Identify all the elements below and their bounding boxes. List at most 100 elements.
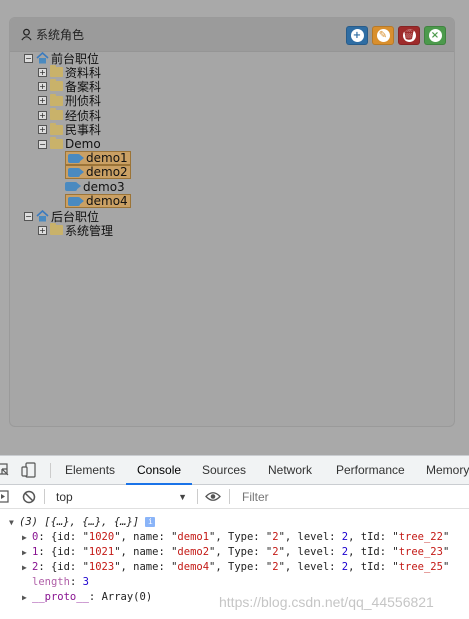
collapse-icon[interactable]: − [38,139,47,149]
close-button[interactable]: × [424,26,446,45]
folder-icon [50,93,63,106]
panel-header: 系统角色 + ✎ 🗑 × [10,18,454,52]
punct: " [442,546,450,558]
filter-input[interactable] [236,488,469,506]
edit-button[interactable]: ✎ [372,26,394,45]
tree-node-demo3[interactable]: demo3 [65,180,125,194]
expand-icon[interactable]: + [38,96,47,106]
tab-elements[interactable]: Elements [65,456,115,485]
pencil-icon: ✎ [376,29,390,42]
delete-button[interactable]: 🗑 [398,26,420,45]
folder-icon [50,122,63,135]
folder-icon [50,108,63,121]
close-icon: × [428,29,442,42]
tree-node-folder[interactable]: + 系统管理 [38,223,114,238]
punct: ", name: " [114,561,178,573]
context-value: top [56,490,73,504]
trash-icon: 🗑 [402,29,416,42]
punct: ", Type: " [209,531,273,543]
punct: ", Type: " [209,546,273,558]
row-tid: tree_25 [398,561,443,573]
tree-node-label: demo2 [86,165,128,180]
punct: ", name: " [114,531,178,543]
punct: " [442,561,450,573]
tree-node-label: demo3 [83,179,125,194]
punct: , tId: " [348,546,399,558]
tab-console[interactable]: Console [126,456,193,485]
panel-toolbar: + ✎ 🗑 × [346,26,446,45]
punct: : {id: " [38,561,89,573]
expand-icon[interactable]: + [38,67,47,77]
inspect-element-icon[interactable] [0,462,10,478]
console-array-summary[interactable]: ▼ (3) [{…}, {…}, {…}] i [9,515,156,530]
tree-node-label: 系统管理 [65,223,114,238]
panel-title-text: 系统角色 [36,28,85,42]
arrow-right-icon [68,153,84,163]
console-object-row[interactable]: ▶ 2: {id: "1023", name: "demo4", Type: "2… [22,560,449,575]
add-button[interactable]: + [346,26,368,45]
punct: ", name: " [114,546,178,558]
toolbar-divider [197,489,198,504]
folder-icon [50,65,63,77]
collapsed-triangle-icon[interactable]: ▶ [22,545,32,560]
arrow-right-icon [65,182,81,192]
tree-node-demo-folder[interactable]: − Demo [38,137,101,151]
console-proto-row[interactable]: ▶ __proto__: Array(0) [22,590,152,605]
expand-icon[interactable]: + [38,110,47,120]
app-background: 系统角色 + ✎ 🗑 × − 前台职位 + 资料科 + 备案科 + 刑侦科 + 经侦科 + 民事科 − … [0,0,469,455]
eye-icon[interactable] [205,491,221,502]
panel-title: 系统角色 [20,26,84,43]
caret-down-icon: ▼ [178,492,187,502]
proto-value: Array(0) [101,591,153,603]
clear-console-icon[interactable] [22,490,36,504]
sidebar-toggle-icon[interactable] [0,490,9,503]
folder-open-icon [50,137,63,149]
tree-node-folder[interactable]: + 民事科 [38,122,101,137]
row-tid: tree_22 [398,531,443,543]
punct: : {id: " [38,546,89,558]
console-object-row[interactable]: ▶ 0: {id: "1020", name: "demo1", Type: "2… [22,530,449,545]
tree-node-demo1[interactable]: demo1 [65,151,131,165]
console-toolbar: top ▼ [0,485,469,509]
collapse-icon[interactable]: − [24,53,33,63]
info-icon: i [145,517,156,527]
tree-node-folder[interactable]: + 备案科 [38,79,101,94]
expand-icon[interactable]: + [38,125,47,135]
collapse-icon[interactable]: − [24,211,33,221]
tree-node-folder[interactable]: + 资料科 [38,65,101,80]
tab-sources[interactable]: Sources [202,456,246,485]
arrow-right-icon [68,196,84,206]
expand-icon[interactable]: + [38,81,47,91]
collapsed-triangle-icon[interactable]: ▶ [22,590,32,605]
collapsed-triangle-icon[interactable]: ▶ [22,530,32,545]
toolbar-divider [44,489,45,504]
devtools-tabbar: Elements Console Sources Network Performance… [0,456,469,485]
row-tid: tree_23 [398,546,443,558]
punct: , tId: " [348,531,399,543]
punct: ", level: [278,546,342,558]
watermark: https://blog.csdn.net/qq_44556821 [219,594,434,610]
tab-network[interactable]: Network [268,456,312,485]
user-icon [21,28,32,41]
array-summary-text: (3) [{…}, {…}, {…}] [19,516,140,528]
folder-icon [50,79,63,92]
tree-node-folder[interactable]: + 刑侦科 [38,93,101,108]
tree-node-demo4[interactable]: demo4 [65,194,131,209]
device-toolbar-icon[interactable] [21,462,37,478]
punct: " [442,531,450,543]
tree-node-label: demo4 [86,194,128,209]
tree-node-demo2[interactable]: demo2 [65,165,131,180]
context-selector[interactable]: top ▼ [51,488,191,506]
tab-memory[interactable]: Memory [426,456,469,485]
tab-performance[interactable]: Performance [336,456,405,485]
toolbar-divider [229,489,230,504]
home-icon [36,52,49,64]
tree-node-folder[interactable]: + 经侦科 [38,108,101,123]
folder-icon [50,223,63,235]
row-id: 1020 [88,531,115,543]
console-object-row[interactable]: ▶ 1: {id: "1021", name: "demo2", Type: "2… [22,545,449,560]
tab-divider [50,463,51,478]
collapsed-triangle-icon[interactable]: ▶ [22,560,32,575]
expand-icon[interactable]: + [38,225,47,235]
expanded-triangle-icon[interactable]: ▼ [9,515,19,530]
